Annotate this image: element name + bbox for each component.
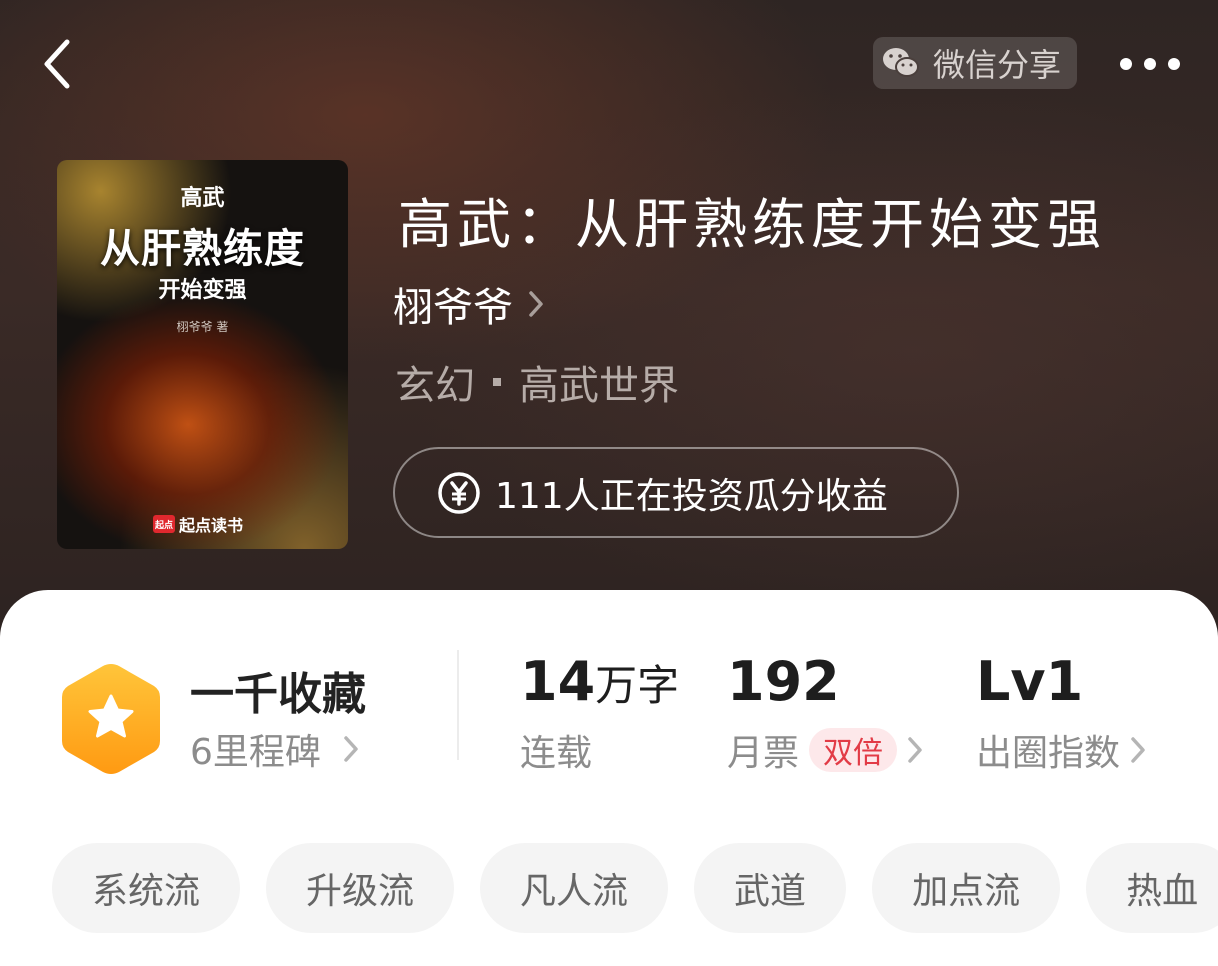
milestone-star-icon: [62, 664, 160, 774]
double-badge: 双倍: [809, 728, 898, 772]
more-dot-icon: [1168, 58, 1180, 70]
monthly-ticket-stat[interactable]: 192 月票 双倍: [727, 650, 923, 775]
tag-list: 系统流 升级流 凡人流 武道 加点流 热血: [52, 843, 1218, 933]
milestone-title: 一千收藏: [190, 669, 366, 720]
tag-chip[interactable]: 升级流: [266, 843, 455, 933]
serial-status-label: 连载: [520, 733, 593, 774]
cover-author: 栩爷爷 著: [176, 320, 229, 334]
share-label: 微信分享: [933, 46, 1062, 84]
milestone-link[interactable]: 6里程碑: [190, 724, 359, 774]
book-title: 高武：从肝熟练度开始变强: [398, 193, 1106, 256]
back-button[interactable]: [30, 34, 82, 94]
tag-chip[interactable]: 凡人流: [480, 843, 669, 933]
tag-chip[interactable]: 加点流: [872, 843, 1061, 933]
book-cover[interactable]: 高武 从肝熟练度 开始变强 栩爷爷 著 起点 起点读书: [57, 160, 348, 549]
chevron-right-icon: [529, 291, 543, 317]
word-count-stat: 14 万字 连载: [520, 650, 679, 775]
influence-label: 出圈指数: [976, 733, 1121, 774]
separator-dot: [493, 378, 501, 386]
tag-chip[interactable]: 热血: [1086, 843, 1218, 933]
more-dot-icon: [1144, 58, 1156, 70]
monthly-ticket-value: 192: [727, 650, 840, 713]
invest-button[interactable]: 111人正在投资瓜分收益: [393, 447, 959, 538]
word-count-sub: 连载: [520, 725, 679, 775]
wechat-share-button[interactable]: 微信分享: [873, 37, 1077, 89]
milestone-subtitle: 6里程碑: [190, 732, 321, 773]
invest-label: 111人正在投资瓜分收益: [495, 475, 888, 517]
word-count-unit: 万字: [595, 661, 680, 710]
chevron-right-icon: [344, 736, 358, 762]
chevron-right-icon: [1131, 737, 1145, 763]
wechat-icon: [883, 48, 919, 77]
more-button[interactable]: [1108, 44, 1192, 84]
stats-divider: [457, 650, 459, 760]
cover-sub-title: 开始变强: [158, 278, 247, 303]
influence-sub: 出圈指数: [976, 725, 1146, 775]
chevron-right-icon: [908, 737, 922, 763]
influence-value: Lv1: [976, 650, 1084, 713]
cover-small-title: 高武: [180, 186, 225, 211]
cover-big-title: 从肝熟练度: [100, 226, 305, 272]
chevron-left-icon: [44, 39, 70, 89]
genre-label: 玄幻: [395, 363, 475, 409]
word-count-value-line: 14 万字: [520, 650, 679, 713]
subgenre-label: 高武世界: [519, 363, 679, 409]
genre-line: 玄幻 高武世界: [395, 352, 679, 412]
publisher-name: 起点读书: [179, 516, 244, 535]
more-dot-icon: [1120, 58, 1132, 70]
cover-publisher: 起点 起点读书: [153, 512, 243, 536]
tag-chip[interactable]: 武道: [694, 843, 847, 933]
yuan-coin-icon: [438, 471, 480, 514]
influence-stat[interactable]: Lv1 出圈指数: [976, 650, 1146, 775]
monthly-ticket-sub: 月票 双倍: [727, 725, 923, 775]
author-link[interactable]: 栩爷爷: [393, 276, 545, 332]
author-name: 栩爷爷: [393, 285, 513, 331]
publisher-logo-icon: 起点: [153, 515, 175, 533]
tag-chip[interactable]: 系统流: [52, 843, 241, 933]
monthly-ticket-label: 月票: [727, 733, 800, 774]
word-count-value: 14: [520, 650, 596, 713]
